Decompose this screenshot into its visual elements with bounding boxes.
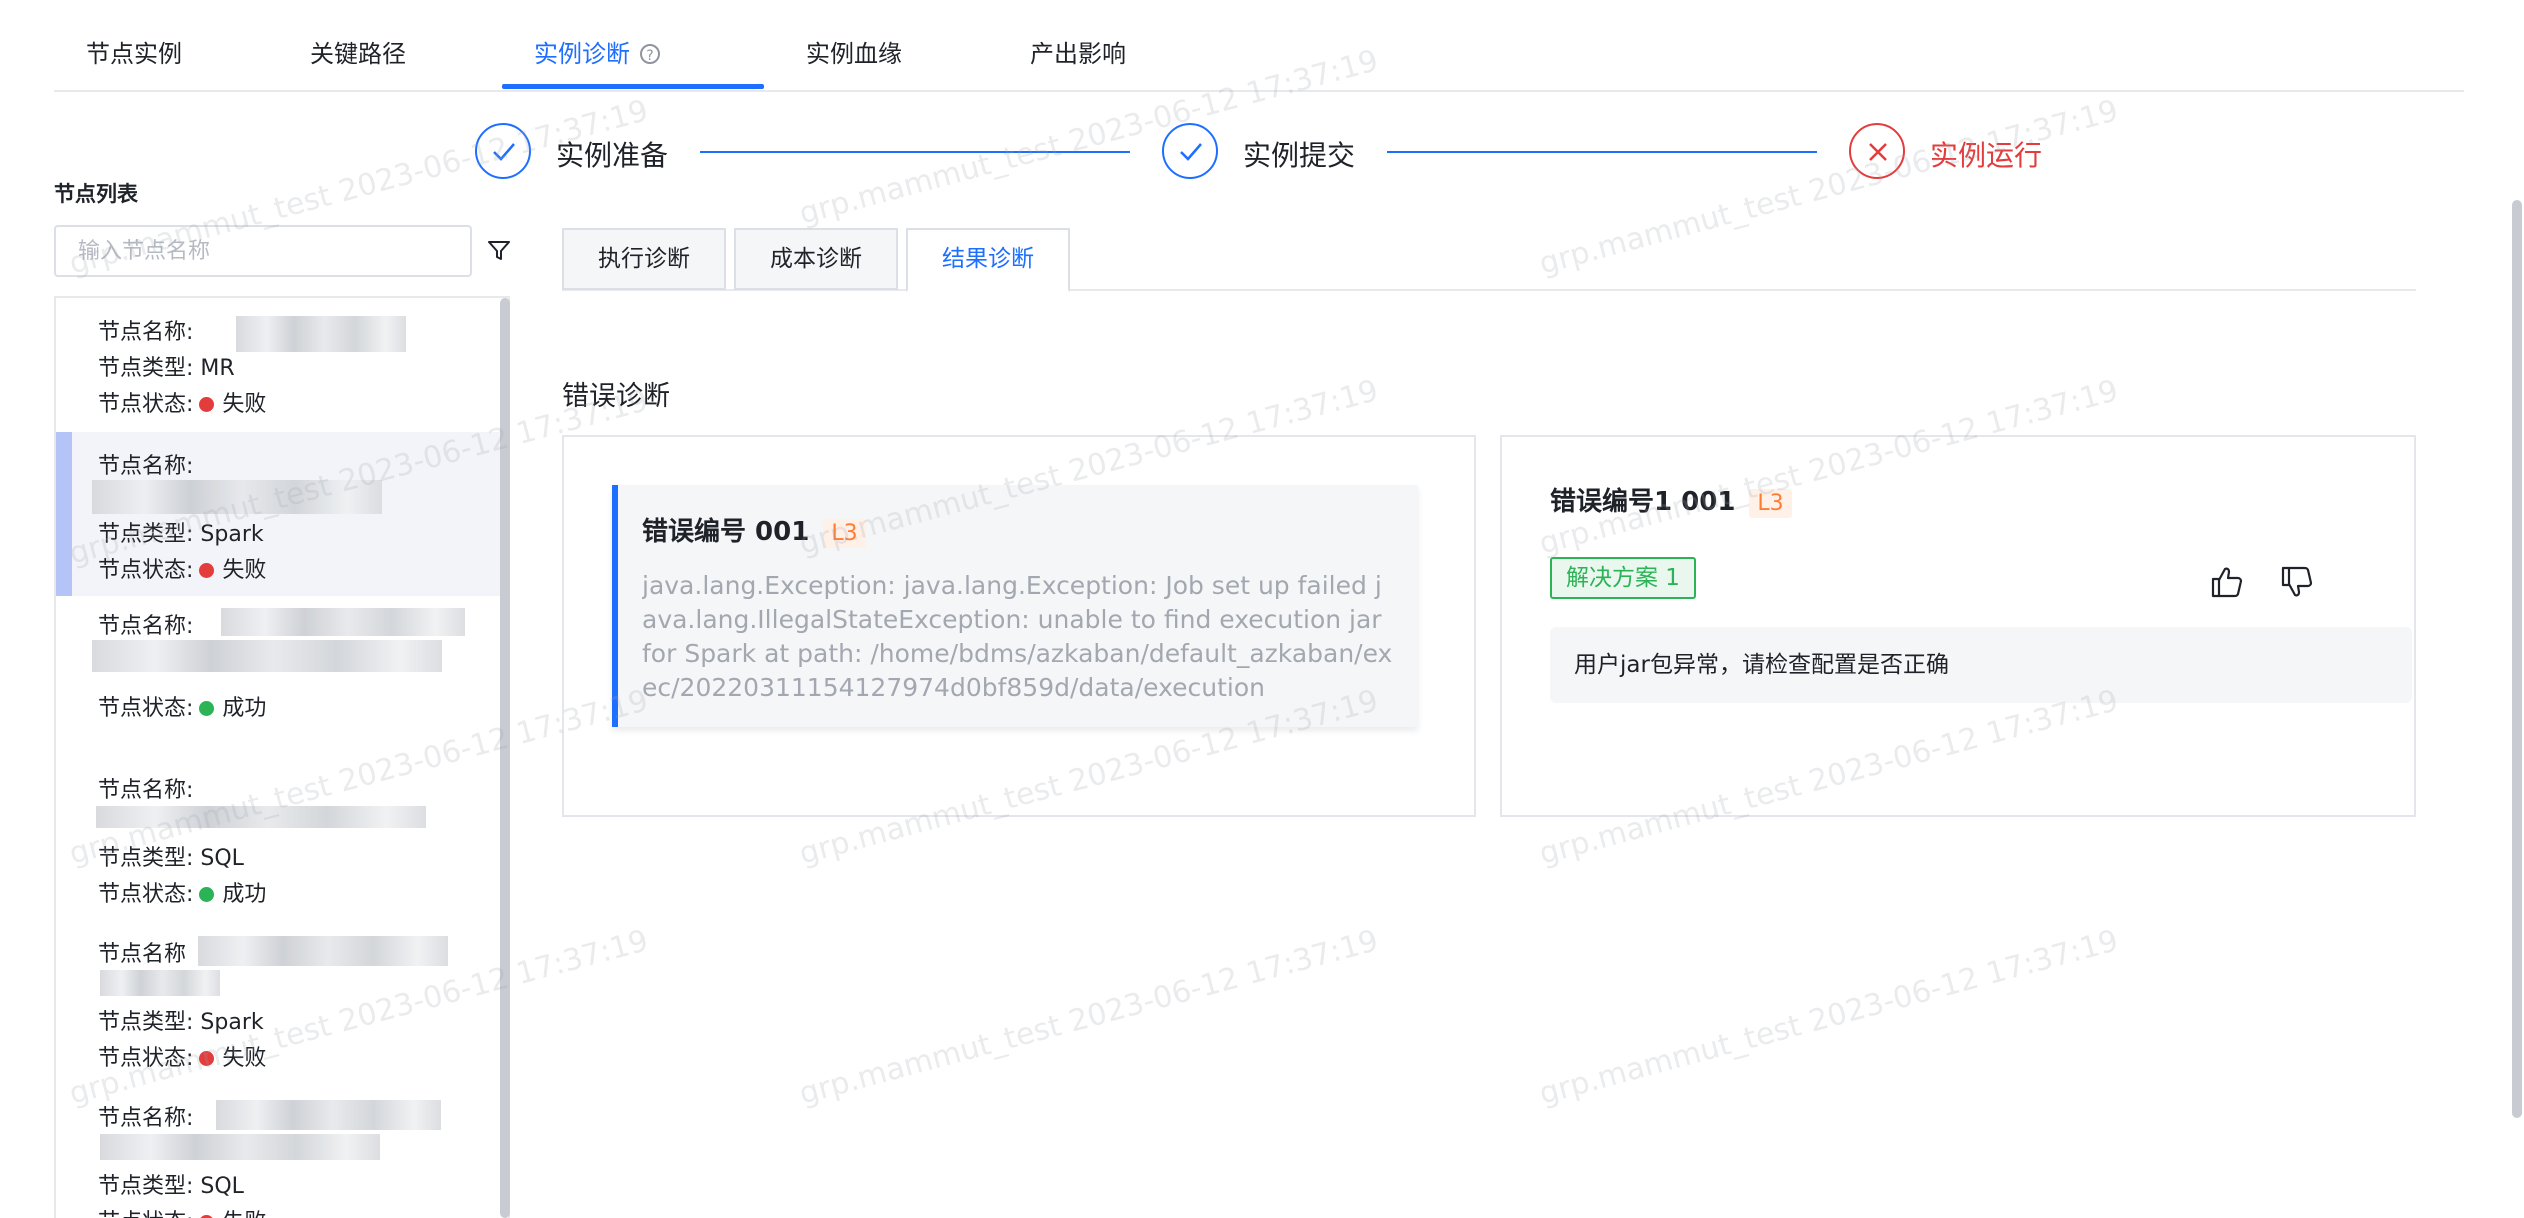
node-list-scrollbar[interactable] <box>500 298 510 1218</box>
solution-card: 错误编号1 001 L3 解决方案 1 用户jar包异常，请检查配置是否正确 <box>1500 435 2416 817</box>
close-icon <box>1849 123 1905 179</box>
redacted-node-name <box>100 970 220 996</box>
list-item[interactable]: 节点名称 节点类型: Spark 节点状态: 失败 <box>56 924 502 1088</box>
redacted-node-name <box>221 608 465 636</box>
node-status: 节点状态:失败 <box>98 558 267 583</box>
help-icon[interactable]: ? <box>640 44 660 64</box>
solution-text: 用户jar包异常，请检查配置是否正确 <box>1550 627 2412 703</box>
redacted-node-name <box>92 640 442 672</box>
node-name-label: 节点名称: <box>98 454 194 479</box>
node-type: 节点类型: Spark <box>98 1010 264 1035</box>
section-title: 错误诊断 <box>562 381 670 412</box>
tab-node-instance[interactable]: 节点实例 <box>86 34 182 69</box>
thumbs-up-icon[interactable] <box>2210 565 2244 603</box>
level-badge: L3 <box>823 519 866 548</box>
step-connector <box>1387 151 1817 153</box>
redacted-node-name <box>92 480 382 514</box>
tab-result-diagnosis[interactable]: 结果诊断 <box>906 228 1070 292</box>
error-card: 错误编号 001 L3 java.lang.Exception: java.lan… <box>562 435 1476 817</box>
node-status: 节点状态:失败 <box>98 1204 266 1218</box>
tab-output-impact[interactable]: 产出影响 <box>1030 34 1126 69</box>
step-submit-label: 实例提交 <box>1243 139 1356 172</box>
error-detail: java.lang.Exception: java.lang.Exception… <box>642 571 1393 702</box>
page-scrollbar[interactable] <box>2512 200 2522 1118</box>
node-type: 节点类型: SQL <box>98 1174 244 1199</box>
node-type: 节点类型: Spark <box>98 522 264 547</box>
list-item[interactable]: 节点名称: 节点状态: 成功 <box>56 596 502 760</box>
node-name-label: 节点名称 <box>98 942 187 967</box>
active-tab-underline <box>502 84 764 89</box>
node-type: 节点类型: MR <box>98 356 235 381</box>
tab-critical-path[interactable]: 关键路径 <box>310 34 406 69</box>
redacted-node-name <box>216 1100 441 1130</box>
status-dot <box>199 701 215 716</box>
status-dot <box>199 397 215 412</box>
redacted-node-name <box>100 1134 380 1160</box>
step-prepare-label: 实例准备 <box>556 139 669 172</box>
filter-icon[interactable] <box>487 240 511 266</box>
node-name-label: 节点名称: <box>98 614 194 639</box>
redacted-node-name <box>96 806 426 828</box>
node-name-label: 节点名称: <box>98 320 194 345</box>
node-search-input[interactable] <box>54 225 472 277</box>
status-dot <box>199 887 215 902</box>
check-icon <box>475 123 531 179</box>
list-item[interactable]: 节点名称: 节点类型: MR 节点状态: 失败 <box>56 298 502 432</box>
list-item[interactable]: 节点名称: 节点类型: SQL 节点状态:失败 <box>56 1088 502 1218</box>
step-run-label: 实例运行 <box>1930 139 2043 172</box>
node-list: 节点名称: 节点类型: MR 节点状态: 失败 节点名称: 节点类型: Spark… <box>54 296 510 1218</box>
check-icon <box>1162 123 1218 179</box>
status-dot <box>199 563 215 578</box>
watermark: grp.mammut_test 2023-06-12 17:37:19 <box>1535 923 2122 1112</box>
error-title: 错误编号 001 L3 <box>642 511 866 548</box>
node-status: 节点状态: 成功 <box>98 882 267 907</box>
node-type: 节点类型: SQL <box>98 846 244 871</box>
status-dot <box>199 1051 215 1066</box>
tab-instance-diagnosis[interactable]: 实例诊断? <box>534 34 660 69</box>
level-badge: L3 <box>1749 489 1792 518</box>
tab-instance-diagnosis-label: 实例诊断 <box>534 40 630 68</box>
tab-instance-lineage[interactable]: 实例血缘 <box>806 34 902 69</box>
thumbs-down-icon[interactable] <box>2280 565 2314 603</box>
node-name-label: 节点名称: <box>98 1106 194 1131</box>
node-status: 节点状态:失败 <box>98 1046 267 1071</box>
solution-error-title: 错误编号1 001 L3 <box>1550 481 1792 518</box>
node-status: 节点状态:失败 <box>98 392 267 417</box>
redacted-node-name <box>236 316 406 352</box>
node-name-label: 节点名称: <box>98 778 194 803</box>
tab-cost-diagnosis[interactable]: 成本诊断 <box>734 228 898 290</box>
list-item[interactable]: 节点名称: 节点类型: SQL 节点状态: 成功 <box>56 760 502 924</box>
list-item[interactable]: 节点名称: 节点类型: Spark 节点状态: 失败 <box>56 432 502 596</box>
node-list-title: 节点列表 <box>54 182 138 206</box>
redacted-node-name <box>198 936 448 966</box>
error-item[interactable]: 错误编号 001 L3 java.lang.Exception: java.lan… <box>612 485 1418 727</box>
step-connector <box>700 151 1130 153</box>
tab-execution-diagnosis[interactable]: 执行诊断 <box>562 228 726 290</box>
node-status: 节点状态: 成功 <box>98 696 267 721</box>
top-tab-bar: 节点实例 关键路径 实例诊断? 实例血缘 产出影响 <box>54 0 2464 92</box>
solution-tag[interactable]: 解决方案 1 <box>1550 557 1696 599</box>
watermark: grp.mammut_test 2023-06-12 17:37:19 <box>795 923 1382 1112</box>
watermark: grp.mammut_test 2023-06-12 17:37:19 <box>1535 93 2122 282</box>
